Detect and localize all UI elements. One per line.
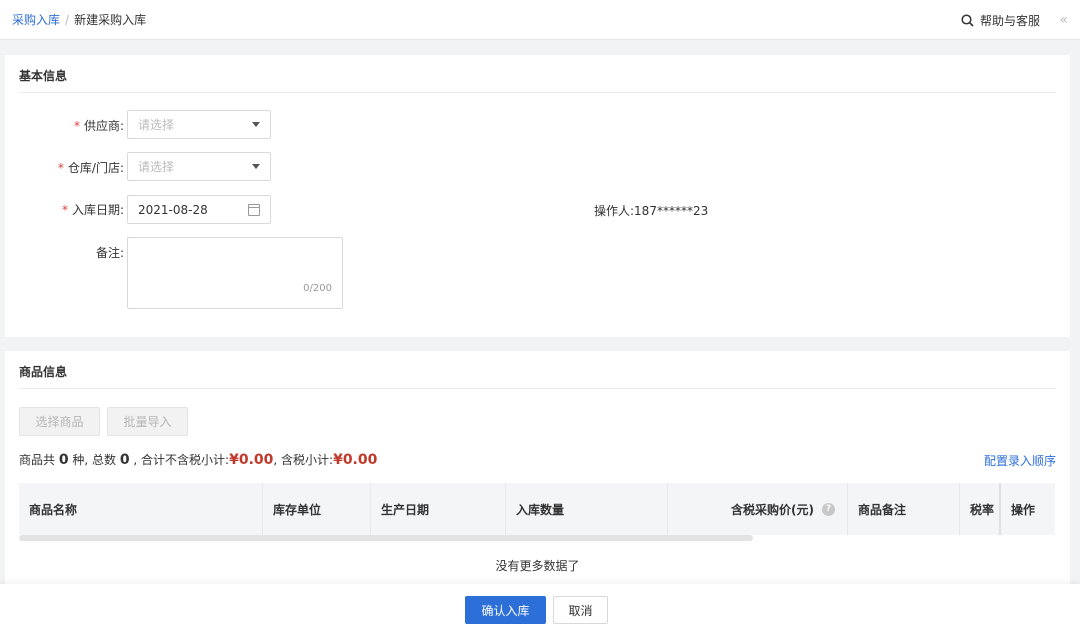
search-icon — [961, 13, 974, 27]
table-header: 商品名称 库存单位 生产日期 入库数量 含税采购价(元)? 商品备注 税率 操作 — [19, 483, 1055, 535]
supplier-placeholder: 请选择 — [138, 118, 175, 132]
operator-text: 操作人:187******23 — [594, 204, 709, 218]
subtotal-tax: ¥0.00 — [333, 452, 378, 468]
horizontal-scrollbar[interactable] — [19, 535, 753, 541]
footer-bar: 确认入库 取消 — [0, 584, 1080, 630]
breadcrumb-parent[interactable]: 采购入库 — [12, 11, 60, 28]
help-label: 帮助与客服 — [979, 13, 1040, 28]
batch-import-button[interactable]: 批量导入 — [107, 407, 188, 436]
warehouse-select[interactable]: 请选择 — [127, 152, 271, 181]
note-counter: 0/200 — [303, 283, 332, 294]
goods-info-title: 商品信息 — [19, 365, 68, 379]
column-header: 含税采购价(元)? — [667, 483, 847, 535]
column-header: 入库数量 — [505, 483, 667, 535]
divider — [19, 92, 1056, 93]
breadcrumb-separator: / — [65, 12, 70, 27]
select-goods-button[interactable]: 选择商品 — [19, 407, 100, 436]
confirm-button[interactable]: 确认入库 — [465, 596, 546, 624]
cancel-button[interactable]: 取消 — [553, 596, 608, 624]
help-button[interactable]: 帮助与客服 — [961, 0, 1040, 40]
kinds-count: 0 — [58, 452, 69, 468]
column-header: 商品名称 — [29, 502, 78, 517]
date-value: 2021-08-28 — [138, 202, 208, 217]
supplier-label: * 供应商: — [73, 119, 124, 133]
caret-down-icon — [252, 122, 260, 127]
column-header: 商品备注 — [847, 483, 959, 535]
note-label: 备注: — [95, 246, 124, 260]
date-label: * 入库日期: — [61, 203, 124, 217]
calendar-icon — [248, 203, 260, 216]
basic-info-title: 基本信息 — [19, 69, 68, 83]
subtotal-ex-tax: ¥0.00 — [229, 452, 274, 468]
collapse-icon[interactable]: « — [1059, 0, 1068, 40]
supplier-select[interactable]: 请选择 — [127, 110, 271, 139]
empty-text: 没有更多数据了 — [495, 559, 580, 573]
goods-summary: 商品共 0 种, 总数 0 , 合计不含税小计:¥0.00, 含税小计:¥0.0… — [19, 452, 378, 468]
caret-down-icon — [252, 164, 260, 169]
column-header: 库存单位 — [262, 483, 370, 535]
warehouse-label: * 仓库/门店: — [57, 161, 124, 175]
column-header: 生产日期 — [370, 483, 505, 535]
top-bar: 采购入库 / 新建采购入库 帮助与客服 « — [0, 0, 1080, 40]
config-order-link[interactable]: 配置录入顺序 — [984, 452, 1056, 469]
required-mark: * — [57, 161, 64, 175]
required-mark: * — [73, 119, 80, 133]
note-textarea[interactable]: 0/200 — [127, 237, 343, 309]
question-icon[interactable]: ? — [822, 502, 835, 516]
total-count: 0 — [119, 452, 130, 468]
column-header: 操作 — [999, 483, 1055, 535]
divider — [19, 388, 1056, 389]
breadcrumb-current: 新建采购入库 — [74, 13, 147, 27]
basic-info-card: 基本信息 * 供应商: 请选择 * 仓库/门店: 请选择 * 入库日期: 2021-0… — [5, 55, 1070, 337]
required-mark: * — [61, 203, 68, 217]
column-header: 税率 — [959, 483, 999, 535]
warehouse-placeholder: 请选择 — [138, 160, 175, 174]
date-picker[interactable]: 2021-08-28 — [127, 195, 271, 224]
